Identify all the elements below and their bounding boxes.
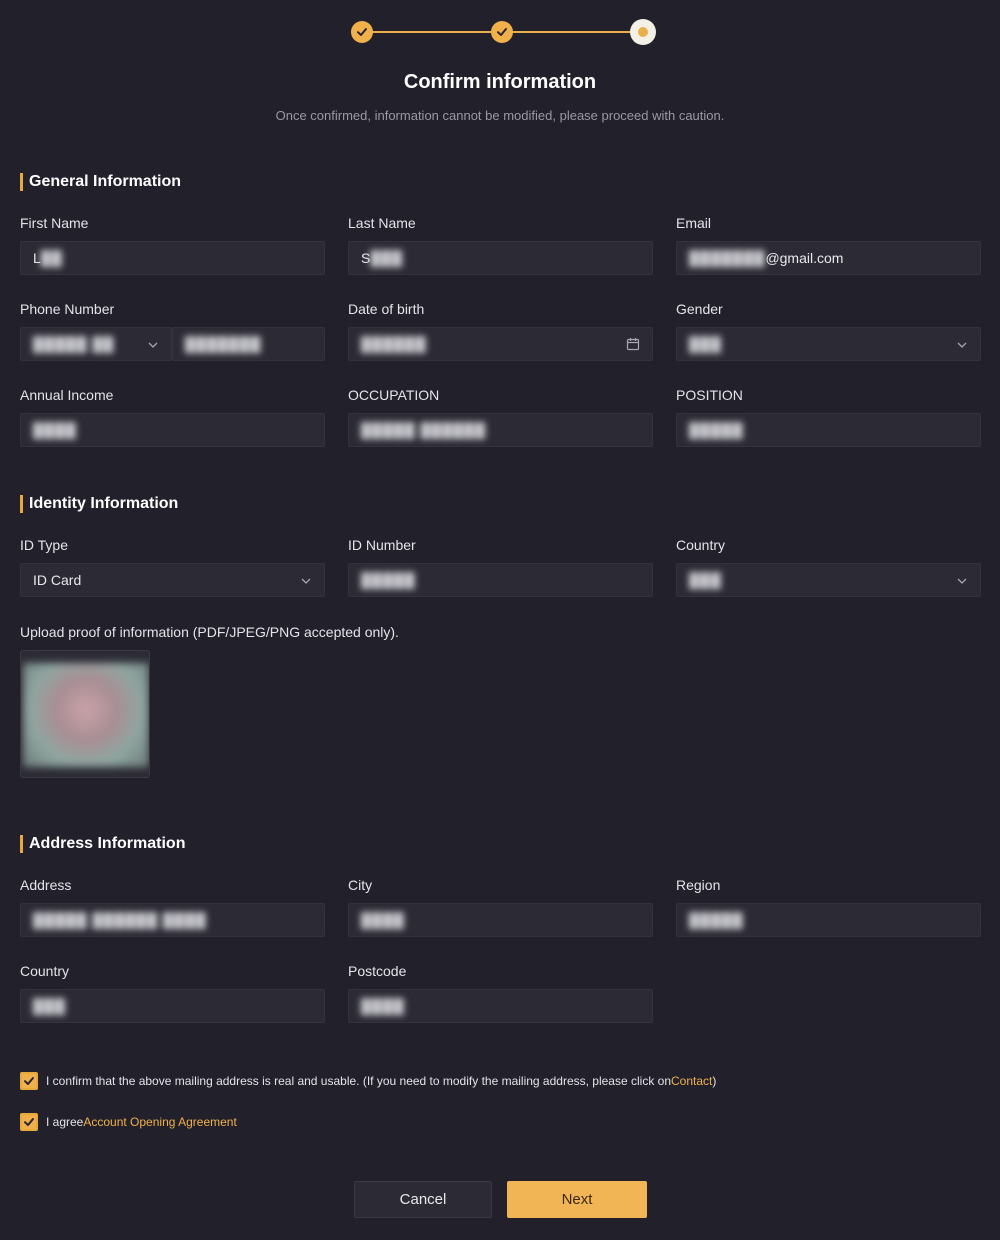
chevron-down-icon xyxy=(148,342,158,348)
postcode-label: Postcode xyxy=(348,963,407,979)
redacted-text: █████ ██████ ████ xyxy=(33,912,207,928)
id-type-select[interactable]: ID Card xyxy=(20,563,325,597)
redacted-text: ███ xyxy=(689,572,722,588)
agreement-row: I agree Account Opening Agreement xyxy=(20,1113,237,1131)
document-preview-image xyxy=(23,663,149,767)
page-title: Confirm information xyxy=(403,71,597,93)
occupation-label: OCCUPATION xyxy=(348,387,440,403)
last-name-field[interactable]: S ███ xyxy=(348,241,653,275)
redacted-text: █████ xyxy=(361,572,416,588)
redacted-text: ████ xyxy=(361,998,405,1014)
cancel-button[interactable]: Cancel xyxy=(354,1181,492,1218)
agreement-checkbox[interactable] xyxy=(20,1113,38,1131)
address-label: Address xyxy=(20,877,72,893)
position-label: POSITION xyxy=(676,387,743,403)
redacted-text: ██ xyxy=(40,250,63,266)
date-of-birth-label: Date of birth xyxy=(348,301,425,317)
first-name-field[interactable]: L ██ xyxy=(20,241,325,275)
chevron-down-icon xyxy=(301,578,311,584)
agree-text: I agree xyxy=(46,1115,84,1129)
redacted-text: █████ xyxy=(689,912,744,928)
id-number-field[interactable]: █████ xyxy=(348,563,653,597)
checkmark-icon xyxy=(24,1118,34,1126)
last-name-label: Last Name xyxy=(348,215,416,231)
position-field[interactable]: █████ xyxy=(676,413,981,447)
gender-label: Gender xyxy=(676,301,723,317)
step-current-indicator xyxy=(630,19,656,45)
phone-number-field[interactable]: ███████ xyxy=(172,327,325,361)
city-field[interactable]: ████ xyxy=(348,903,653,937)
email-field[interactable]: ███████ @gmail.com xyxy=(676,241,981,275)
redacted-text: ███████ xyxy=(689,250,766,266)
redacted-text: ███████ xyxy=(185,336,262,352)
step-connector xyxy=(502,31,634,33)
step-connector xyxy=(362,31,502,33)
city-label: City xyxy=(348,877,373,893)
address-field[interactable]: █████ ██████ ████ xyxy=(20,903,325,937)
redacted-text: ███ xyxy=(689,336,722,352)
uploaded-document-thumbnail[interactable] xyxy=(20,650,150,778)
step-completed-check-icon xyxy=(491,21,513,43)
region-field[interactable]: █████ xyxy=(676,903,981,937)
progress-stepper xyxy=(350,19,656,45)
country-select[interactable]: ███ xyxy=(676,563,981,597)
postcode-field[interactable]: ████ xyxy=(348,989,653,1023)
redacted-text: ███ xyxy=(370,250,404,266)
phone-country-code-select[interactable]: █████ ██ xyxy=(20,327,172,361)
step-completed-check-icon xyxy=(351,21,373,43)
checkmark-icon xyxy=(24,1077,34,1085)
address-country-label: Country xyxy=(20,963,70,979)
page-subtitle: Once confirmed, information cannot be mo… xyxy=(275,108,725,123)
calendar-icon[interactable] xyxy=(626,337,640,351)
mailing-address-checkbox[interactable] xyxy=(20,1072,38,1090)
region-label: Region xyxy=(676,877,721,893)
redacted-text: █████ ██████ xyxy=(361,422,486,438)
mailing-confirm-close: ) xyxy=(712,1074,717,1088)
id-number-label: ID Number xyxy=(348,537,416,553)
identity-information-heading: Identity Information xyxy=(20,495,178,513)
account-opening-agreement-link[interactable]: Account Opening Agreement xyxy=(83,1115,236,1129)
annual-income-label: Annual Income xyxy=(20,387,114,403)
contact-link[interactable]: Contact xyxy=(671,1074,712,1088)
id-type-label: ID Type xyxy=(20,537,68,553)
upload-proof-label: Upload proof of information (PDF/JPEG/PN… xyxy=(20,624,399,640)
address-information-heading: Address Information xyxy=(20,835,185,853)
redacted-text: ████ xyxy=(33,422,77,438)
date-of-birth-field[interactable]: ██████ xyxy=(348,327,653,361)
redacted-text: ████ xyxy=(361,912,405,928)
next-button[interactable]: Next xyxy=(507,1181,647,1218)
chevron-down-icon xyxy=(957,342,967,348)
first-name-label: First Name xyxy=(20,215,89,231)
phone-number-label: Phone Number xyxy=(20,301,115,317)
mailing-confirm-text: I confirm that the above mailing address… xyxy=(46,1074,672,1088)
redacted-text: █████ xyxy=(689,422,744,438)
redacted-text: ██████ xyxy=(361,336,427,352)
occupation-field[interactable]: █████ ██████ xyxy=(348,413,653,447)
redacted-text: █████ ██ xyxy=(33,336,115,352)
general-information-heading: General Information xyxy=(20,173,181,191)
mailing-address-confirm-row: I confirm that the above mailing address… xyxy=(20,1072,716,1090)
chevron-down-icon xyxy=(957,578,967,584)
gender-select[interactable]: ███ xyxy=(676,327,981,361)
address-country-field[interactable]: ███ xyxy=(20,989,325,1023)
email-label: Email xyxy=(676,215,712,231)
annual-income-field[interactable]: ████ xyxy=(20,413,325,447)
country-label: Country xyxy=(676,537,726,553)
redacted-text: ███ xyxy=(33,998,66,1014)
